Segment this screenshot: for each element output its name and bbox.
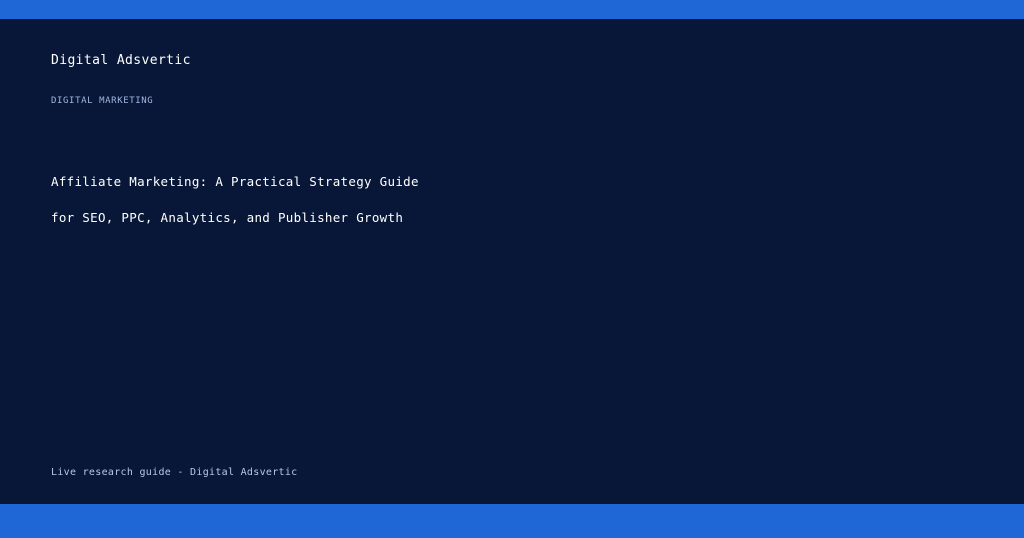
headline-line-2: for SEO, PPC, Analytics, and Publisher G…	[51, 210, 404, 225]
hero-panel: Digital Adsvertic DIGITAL MARKETING Affi…	[0, 19, 1024, 504]
headline-line-1: Affiliate Marketing: A Practical Strateg…	[51, 174, 419, 189]
category-label: DIGITAL MARKETING	[51, 96, 154, 106]
bottom-accent-bar	[0, 504, 1024, 538]
footer-caption: Live research guide - Digital Adsvertic	[51, 467, 298, 478]
brand-name: Digital Adsvertic	[51, 53, 191, 68]
top-accent-bar	[0, 0, 1024, 19]
